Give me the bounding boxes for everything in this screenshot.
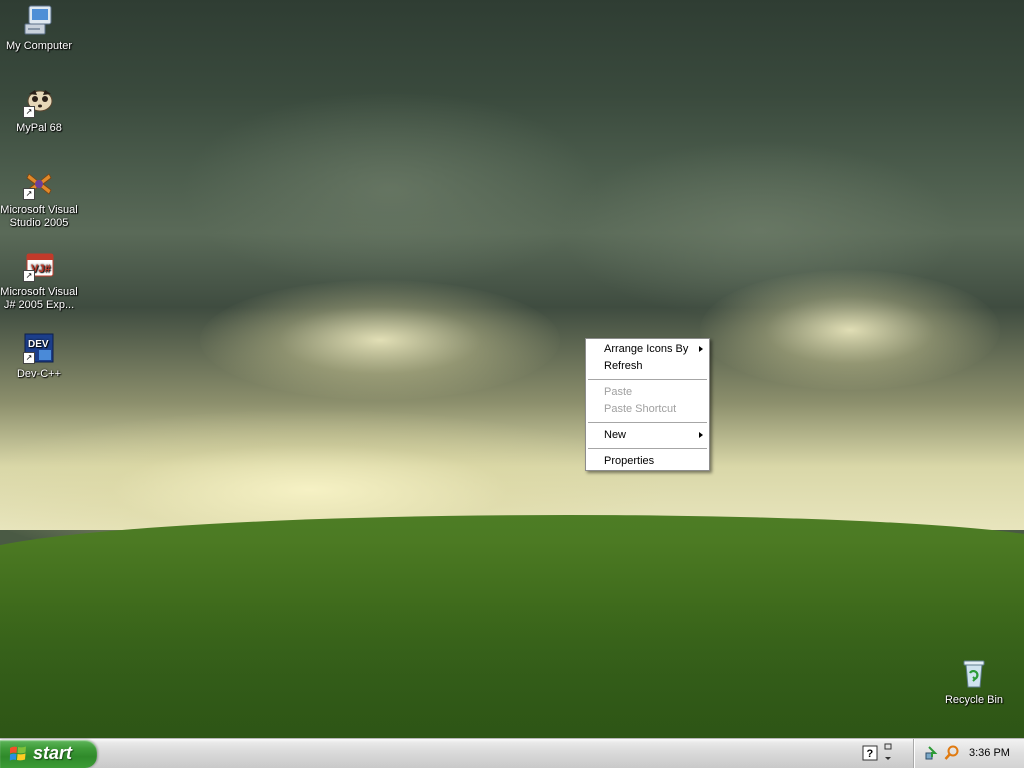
system-tray: 3:36 PM <box>913 739 1024 768</box>
taskbar[interactable]: start ? 3:36 PM <box>0 738 1024 768</box>
desktop-context-menu[interactable]: Arrange Icons By Refresh Paste Paste Sho… <box>585 338 710 471</box>
taskbar-toggle-icon[interactable] <box>882 743 898 760</box>
menu-item-label: Paste Shortcut <box>604 403 677 415</box>
shortcut-arrow-icon: ↗ <box>23 188 35 200</box>
desktop-icon-label: Recycle Bin <box>944 694 1004 706</box>
desktop-icon-label: Microsoft Visual Studio 2005 <box>0 204 78 229</box>
menu-item-label: Refresh <box>604 360 643 372</box>
desktop-icon-mypal[interactable]: ↗ MyPal 68 <box>0 86 78 135</box>
desktop-icon-label: Microsoft Visual J# 2005 Exp... <box>0 286 78 311</box>
desktop-icon-recycle-bin[interactable]: Recycle Bin <box>935 658 1013 707</box>
mypal-icon: ↗ <box>23 86 55 118</box>
search-icon[interactable] <box>944 745 960 761</box>
windows-flag-icon <box>9 745 27 763</box>
menu-item-refresh[interactable]: Refresh <box>586 358 709 375</box>
my-computer-icon <box>23 4 55 36</box>
menu-item-paste[interactable]: Paste <box>586 384 709 401</box>
menu-item-label: Paste <box>604 386 633 398</box>
menu-item-properties[interactable]: Properties <box>586 453 709 470</box>
menu-item-label: Arrange Icons By <box>604 343 689 355</box>
clock[interactable]: 3:36 PM <box>969 747 1010 759</box>
svg-text:DEV: DEV <box>28 339 49 350</box>
menu-item-new[interactable]: New <box>586 427 709 444</box>
desktop-icon-label: My Computer <box>5 40 73 52</box>
shortcut-arrow-icon: ↗ <box>23 106 35 118</box>
desktop-icon-devcpp[interactable]: DEV ↗ Dev-C++ <box>0 332 78 381</box>
desktop-icon-visual-studio[interactable]: ↗ Microsoft Visual Studio 2005 <box>0 168 78 230</box>
menu-item-label: Properties <box>604 455 655 467</box>
wallpaper-cloud <box>180 90 600 290</box>
recycle-bin-icon <box>958 658 990 690</box>
shortcut-arrow-icon: ↗ <box>23 270 35 282</box>
menu-separator <box>588 379 707 380</box>
visual-jsharp-icon: VJ# ↗ <box>23 250 55 282</box>
desktop[interactable]: My Computer ↗ MyPal 68 ↗ Microsoft Visua <box>0 0 1024 738</box>
wallpaper-hill-shade <box>0 600 1024 738</box>
menu-item-label: New <box>604 429 627 441</box>
menu-separator <box>588 422 707 423</box>
taskbar-quick-buttons: ? <box>860 743 900 765</box>
submenu-arrow-icon <box>699 432 703 438</box>
help-icon[interactable]: ? <box>862 745 878 761</box>
submenu-arrow-icon <box>699 346 703 352</box>
menu-item-paste-shortcut[interactable]: Paste Shortcut <box>586 401 709 418</box>
menu-separator <box>588 448 707 449</box>
network-icon[interactable] <box>924 745 940 761</box>
desktop-icon-my-computer[interactable]: My Computer <box>0 4 78 53</box>
shortcut-arrow-icon: ↗ <box>23 352 35 364</box>
wallpaper-light <box>700 270 1000 390</box>
menu-item-arrange-icons-by[interactable]: Arrange Icons By <box>586 341 709 358</box>
svg-text:?: ? <box>867 748 874 760</box>
start-label: start <box>33 743 73 763</box>
devcpp-icon: DEV ↗ <box>23 332 55 364</box>
desktop-icon-visual-jsharp[interactable]: VJ# ↗ Microsoft Visual J# 2005 Exp... <box>0 250 78 312</box>
visual-studio-icon: ↗ <box>23 168 55 200</box>
desktop-icon-label: Dev-C++ <box>16 368 62 380</box>
wallpaper-light <box>200 280 560 400</box>
start-button[interactable]: start <box>0 740 97 768</box>
desktop-icon-label: MyPal 68 <box>16 122 62 134</box>
